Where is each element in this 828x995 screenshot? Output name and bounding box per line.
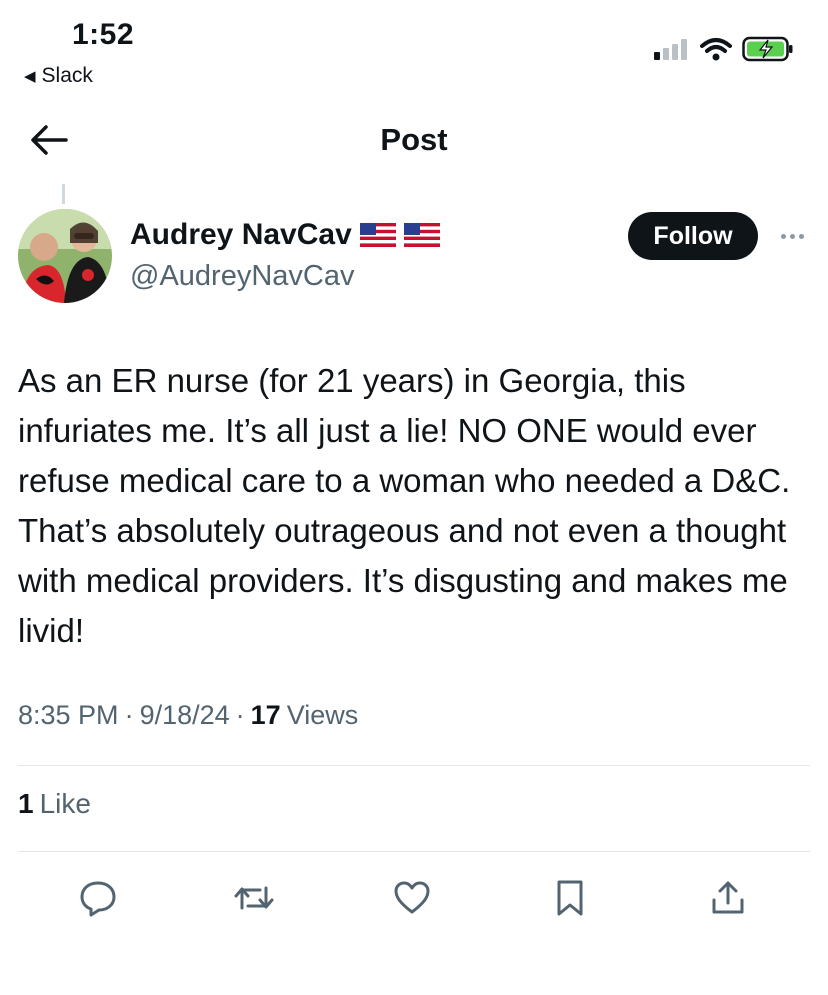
wifi-icon (700, 38, 732, 61)
views-count: 17 (250, 700, 281, 730)
like-button[interactable] (384, 870, 440, 926)
status-bar: 1:52 ◀ Slack (0, 0, 828, 100)
back-to-app[interactable]: ◀ Slack (24, 64, 93, 88)
us-flag-icon (359, 223, 396, 247)
likes-summary[interactable]: 1 Like (18, 788, 91, 820)
battery-charging-icon (742, 36, 793, 62)
author-handle[interactable]: @AudreyNavCav (130, 260, 354, 293)
bookmark-button[interactable] (542, 870, 598, 926)
cellular-signal-icon (654, 39, 687, 60)
repost-icon (234, 886, 274, 910)
more-options-icon[interactable] (776, 224, 808, 248)
status-time: 1:52 (72, 18, 135, 51)
status-icons (654, 36, 794, 62)
avatar-photo (18, 209, 112, 303)
back-triangle-icon: ◀ (24, 68, 36, 85)
author-name-row[interactable]: Audrey NavCav (130, 218, 440, 252)
bookmark-icon (557, 880, 583, 916)
tweet-date[interactable]: 9/18/24 (140, 700, 230, 731)
reply-icon (80, 881, 116, 917)
us-flag-icon (403, 223, 440, 247)
tweet-time[interactable]: 8:35 PM (18, 700, 119, 731)
author-name[interactable]: Audrey NavCav (130, 218, 352, 252)
divider (18, 851, 810, 852)
top-nav: Post (0, 108, 828, 172)
share-button[interactable] (700, 870, 756, 926)
repost-button[interactable] (226, 870, 282, 926)
thread-connector (62, 184, 65, 204)
share-icon (712, 881, 744, 914)
views-label: Views (286, 700, 359, 730)
tweet-meta: 8:35 PM · 9/18/24 · 17 Views (18, 700, 358, 731)
page-title: Post (380, 122, 448, 157)
likes-label: Like (39, 788, 91, 819)
action-bar (0, 870, 828, 926)
tweet-text: As an ER nurse (for 21 years) in Georgia… (18, 362, 791, 649)
reply-button[interactable] (70, 870, 126, 926)
likes-count: 1 (18, 788, 34, 819)
meta-separator: · (124, 700, 134, 730)
back-app-label: Slack (41, 64, 93, 87)
avatar[interactable] (18, 209, 112, 303)
divider (18, 765, 810, 766)
meta-separator: · (235, 700, 245, 730)
follow-button[interactable]: Follow (628, 212, 758, 260)
heart-icon (394, 881, 430, 914)
